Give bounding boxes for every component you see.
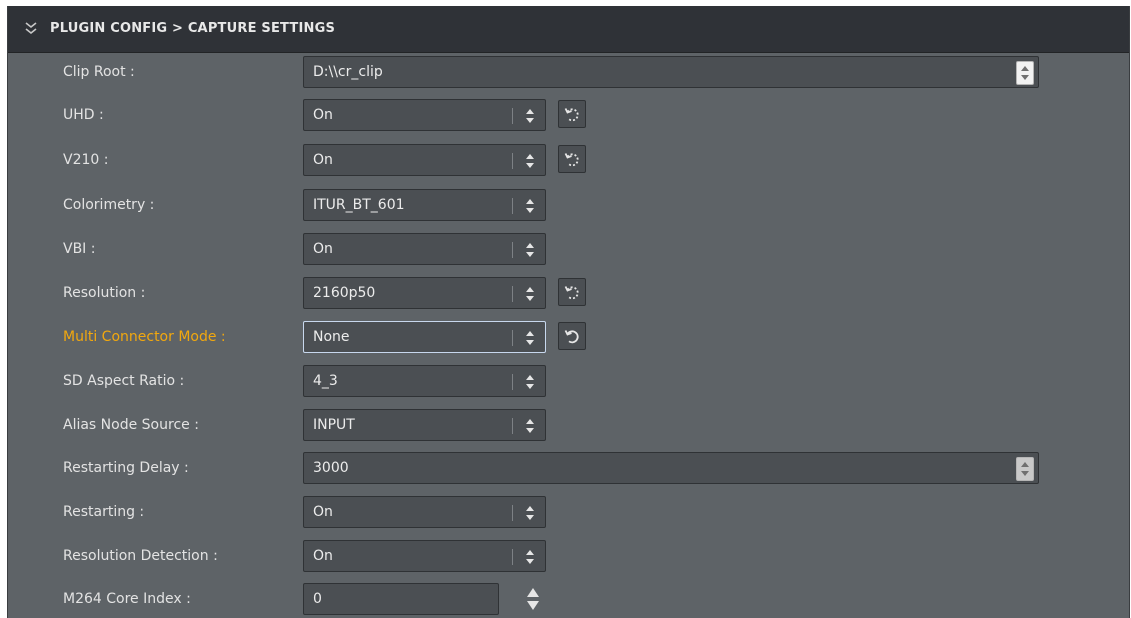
- setting-row-sd-aspect-ratio: SD Aspect Ratio : 4_3: [8, 365, 1129, 399]
- setting-row-m264-core-index: M264 Core Index : 0: [8, 583, 1129, 617]
- setting-row-uhd: UHD : On: [8, 99, 1129, 133]
- setting-row-clip-root: Clip Root : D:\\cr_clip: [8, 56, 1129, 90]
- panel-header[interactable]: PLUGIN CONFIG > CAPTURE SETTINGS: [8, 6, 1129, 53]
- setting-label: Restarting Delay :: [63, 460, 189, 476]
- restarting-dropdown[interactable]: On: [303, 496, 546, 528]
- multi-connector-mode-reset-button[interactable]: [558, 322, 586, 350]
- dropdown-arrows-icon: [525, 107, 535, 125]
- setting-row-vbi: VBI : On: [8, 233, 1129, 267]
- dropdown-separator: [512, 330, 513, 346]
- setting-label: UHD :: [63, 107, 104, 123]
- v210-reset-button[interactable]: [558, 145, 586, 173]
- vbi-dropdown[interactable]: On: [303, 233, 546, 265]
- field-value: 4_3: [313, 373, 338, 389]
- setting-row-multi-connector-mode: Multi Connector Mode : None: [8, 321, 1129, 355]
- setting-row-alias-node-source: Alias Node Source : INPUT: [8, 409, 1129, 443]
- setting-label: M264 Core Index :: [63, 591, 191, 607]
- dropdown-separator: [512, 153, 513, 169]
- resolution-reset-button[interactable]: [558, 278, 586, 306]
- setting-row-resolution-detection: Resolution Detection : On: [8, 540, 1129, 574]
- field-value: INPUT: [313, 417, 355, 433]
- setting-row-restarting: Restarting : On: [8, 496, 1129, 530]
- field-value: ITUR_BT_601: [313, 197, 405, 213]
- setting-label: Restarting :: [63, 504, 145, 520]
- setting-label: SD Aspect Ratio :: [63, 373, 185, 389]
- field-value: 2160p50: [313, 285, 376, 301]
- dropdown-separator: [512, 549, 513, 565]
- field-value: None: [313, 329, 350, 345]
- setting-row-restarting-delay: Restarting Delay : 3000: [8, 452, 1129, 486]
- field-value: D:\\cr_clip: [313, 64, 383, 80]
- dropdown-arrows-icon: [525, 548, 535, 566]
- alias-node-source-dropdown[interactable]: INPUT: [303, 409, 546, 441]
- setting-row-colorimetry: Colorimetry : ITUR_BT_601: [8, 189, 1129, 223]
- dropdown-separator: [512, 198, 513, 214]
- dropdown-separator: [512, 374, 513, 390]
- clip-root-input[interactable]: D:\\cr_clip: [303, 56, 1039, 88]
- spinner-arrows-icon[interactable]: [525, 584, 541, 614]
- capture-settings-panel: PLUGIN CONFIG > CAPTURE SETTINGS Clip Ro…: [7, 6, 1130, 618]
- field-value: On: [313, 152, 333, 168]
- m264-core-index-input[interactable]: 0: [303, 583, 499, 615]
- setting-row-v210: V210 : On: [8, 144, 1129, 178]
- field-value: On: [313, 548, 333, 564]
- dropdown-arrows-icon: [525, 329, 535, 347]
- setting-label: Alias Node Source :: [63, 417, 199, 433]
- resolution-dropdown[interactable]: 2160p50: [303, 277, 546, 309]
- spinner-arrows-icon[interactable]: [1016, 457, 1034, 481]
- dropdown-arrows-icon: [525, 417, 535, 435]
- dropdown-separator: [512, 418, 513, 434]
- setting-label: V210 :: [63, 152, 109, 168]
- sd-aspect-ratio-dropdown[interactable]: 4_3: [303, 365, 546, 397]
- setting-label: Multi Connector Mode :: [63, 329, 226, 345]
- dropdown-separator: [512, 108, 513, 124]
- uhd-dropdown[interactable]: On: [303, 99, 546, 131]
- dropdown-arrows-icon: [525, 152, 535, 170]
- dropdown-separator: [512, 505, 513, 521]
- field-value: 0: [313, 591, 322, 607]
- setting-label: Colorimetry :: [63, 197, 155, 213]
- field-value: On: [313, 241, 333, 257]
- dropdown-arrows-icon: [525, 504, 535, 522]
- dropdown-separator: [512, 286, 513, 302]
- field-value: 3000: [313, 460, 349, 476]
- dropdown-arrows-icon: [525, 241, 535, 259]
- setting-label: Resolution :: [63, 285, 146, 301]
- colorimetry-dropdown[interactable]: ITUR_BT_601: [303, 189, 546, 221]
- setting-label: VBI :: [63, 241, 96, 257]
- dropdown-separator: [512, 242, 513, 258]
- panel-title: PLUGIN CONFIG > CAPTURE SETTINGS: [50, 21, 336, 36]
- dropdown-arrows-icon: [525, 285, 535, 303]
- field-value: On: [313, 107, 333, 123]
- dropdown-arrows-icon: [525, 373, 535, 391]
- setting-label: Resolution Detection :: [63, 548, 218, 564]
- field-value: On: [313, 504, 333, 520]
- spinner-arrows-icon[interactable]: [1016, 61, 1034, 85]
- restarting-delay-input[interactable]: 3000: [303, 452, 1039, 484]
- v210-dropdown[interactable]: On: [303, 144, 546, 176]
- double-chevron-down-icon[interactable]: [24, 20, 38, 36]
- uhd-reset-button[interactable]: [558, 100, 586, 128]
- setting-row-resolution: Resolution : 2160p50: [8, 277, 1129, 311]
- dropdown-arrows-icon: [525, 197, 535, 215]
- resolution-detection-dropdown[interactable]: On: [303, 540, 546, 572]
- setting-label: Clip Root :: [63, 64, 135, 80]
- multi-connector-mode-dropdown[interactable]: None: [303, 321, 546, 353]
